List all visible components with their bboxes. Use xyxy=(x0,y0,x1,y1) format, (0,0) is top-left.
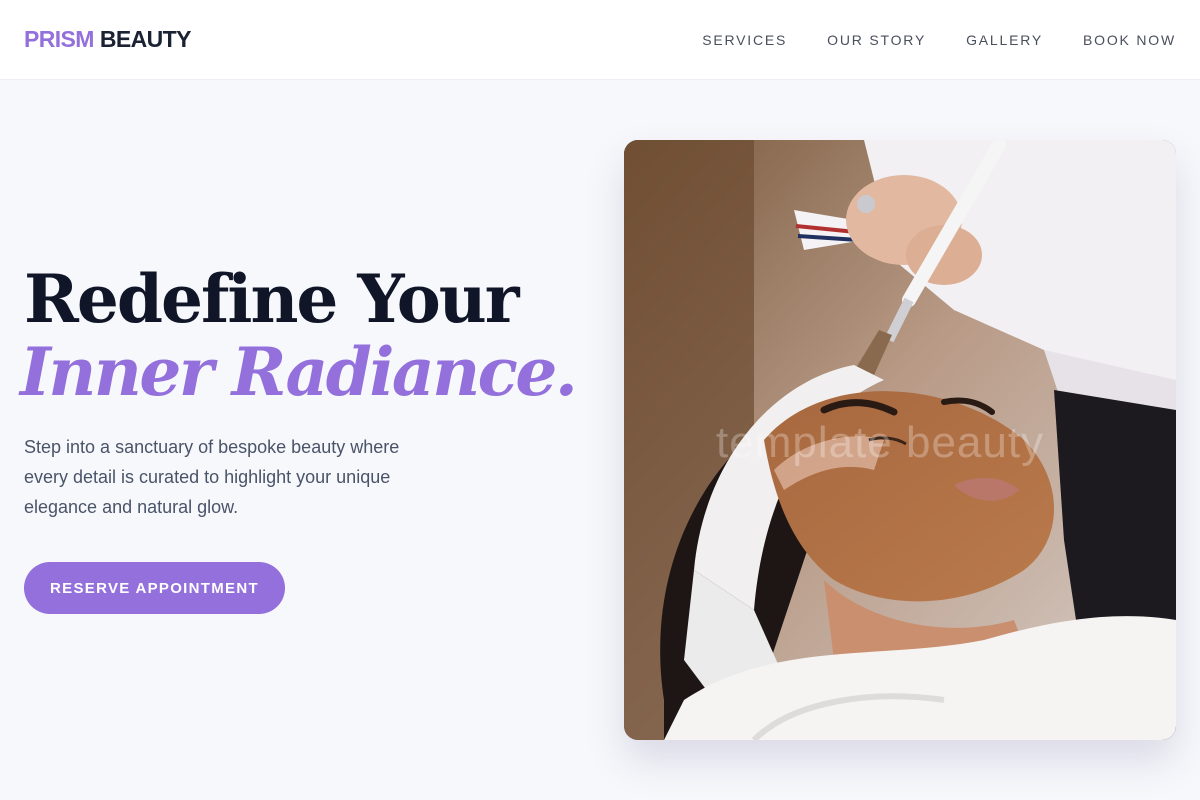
hero-title-line1: Redefine Your xyxy=(24,260,520,338)
hero-title: Redefine Your Inner Radiance. xyxy=(20,260,578,408)
hero-text: Redefine Your Inner Radiance. Step into … xyxy=(20,260,578,522)
hero-photo: template beauty xyxy=(624,140,1176,740)
site-header: PRISM BEAUTY SERVICES OUR STORY GALLERY … xyxy=(0,0,1200,80)
hero-description: Step into a sanctuary of bespoke beauty … xyxy=(24,437,400,517)
image-watermark: template beauty xyxy=(716,418,1045,467)
reserve-appointment-button[interactable]: RESERVE APPOINTMENT xyxy=(24,562,285,614)
nav-item-gallery[interactable]: GALLERY xyxy=(966,32,1043,48)
brand-logo[interactable]: PRISM BEAUTY xyxy=(24,26,191,53)
hero-title-line2: Inner Radiance. xyxy=(20,333,578,411)
main-nav: SERVICES OUR STORY GALLERY BOOK NOW xyxy=(702,32,1176,48)
brand-name-accent: PRISM xyxy=(24,26,94,52)
nav-item-book-now[interactable]: BOOK NOW xyxy=(1083,32,1176,48)
brand-name-rest: BEAUTY xyxy=(99,26,192,52)
nav-item-our-story[interactable]: OUR STORY xyxy=(827,32,926,48)
nav-item-services[interactable]: SERVICES xyxy=(702,32,787,48)
